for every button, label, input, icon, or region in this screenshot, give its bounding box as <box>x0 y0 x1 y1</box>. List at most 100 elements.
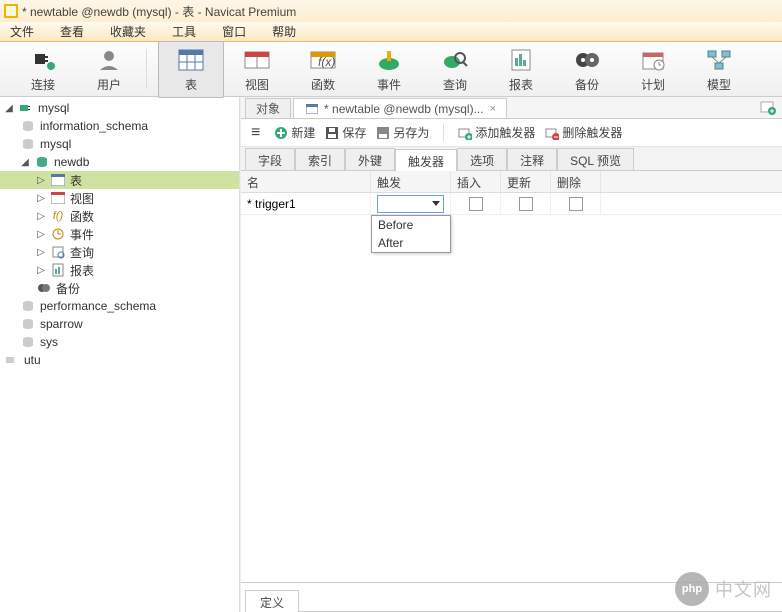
menu-view[interactable]: 查看 <box>54 21 90 42</box>
col-name[interactable]: 名 <box>241 171 371 192</box>
toolbar-view[interactable]: 视图 <box>224 42 290 97</box>
database-icon <box>20 316 36 332</box>
svg-text:f(x): f(x) <box>318 55 335 69</box>
document-tabs: 对象 * newtable @newdb (mysql)... × <box>241 97 782 119</box>
action-save[interactable]: 保存 <box>325 124 366 141</box>
tree-tables[interactable]: ▷ 表 <box>0 171 239 189</box>
table-icon <box>50 172 66 188</box>
caret-down-icon: ◢ <box>4 103 14 114</box>
col-delete[interactable]: 删除 <box>551 171 601 192</box>
grid-row-1[interactable]: * trigger1 <box>241 193 782 215</box>
tree-functions[interactable]: ▷ f() 函数 <box>0 207 239 225</box>
report-icon <box>488 46 554 74</box>
action-add-trigger[interactable]: 添加触发器 <box>458 124 535 141</box>
dropdown-option-before[interactable]: Before <box>372 216 450 234</box>
col-insert[interactable]: 插入 <box>451 171 501 192</box>
caret-right-icon: ▷ <box>36 193 46 204</box>
delete-field-icon <box>545 126 559 140</box>
query-icon <box>50 244 66 260</box>
toolbar-backup[interactable]: 备份 <box>554 42 620 97</box>
tree-db-sys[interactable]: sys <box>0 333 239 351</box>
checkbox-icon <box>469 197 483 211</box>
subtab-sql[interactable]: SQL 预览 <box>557 148 634 170</box>
toolbar-user[interactable]: 用户 <box>76 42 142 97</box>
connection-icon <box>18 100 34 116</box>
subtab-index[interactable]: 索引 <box>295 148 345 170</box>
tree-backups[interactable]: 备份 <box>0 279 239 297</box>
subtab-options[interactable]: 选项 <box>457 148 507 170</box>
tree-views[interactable]: ▷ 视图 <box>0 189 239 207</box>
tree-reports[interactable]: ▷ 报表 <box>0 261 239 279</box>
toolbar-plan[interactable]: 计划 <box>620 42 686 97</box>
action-bar: ≡ 新建 保存 另存为 添加触发器 删除触发器 <box>241 119 782 147</box>
subtab-fields[interactable]: 字段 <box>245 148 295 170</box>
tree-db-information-schema[interactable]: information_schema <box>0 117 239 135</box>
toolbar-event[interactable]: 事件 <box>356 42 422 97</box>
menu-help[interactable]: 帮助 <box>266 21 302 42</box>
separator <box>443 124 444 142</box>
cell-insert-checkbox[interactable] <box>451 193 501 214</box>
menu-file[interactable]: 文件 <box>4 21 40 42</box>
cell-trigger-name[interactable]: * trigger1 <box>241 193 371 214</box>
subtab-trigger[interactable]: 触发器 <box>395 149 457 171</box>
tree-db-performance-schema[interactable]: performance_schema <box>0 297 239 315</box>
subtab-fk[interactable]: 外键 <box>345 148 395 170</box>
add-tab-icon[interactable] <box>760 99 776 115</box>
action-new[interactable]: 新建 <box>274 124 315 141</box>
caret-right-icon: ▷ <box>36 211 46 222</box>
tree-db-newdb[interactable]: ◢ newdb <box>0 153 239 171</box>
dropdown-list: Before After <box>371 215 451 253</box>
menubar: 文件 查看 收藏夹 工具 窗口 帮助 <box>0 22 782 42</box>
toolbar-query[interactable]: 查询 <box>422 42 488 97</box>
event-icon <box>50 226 66 242</box>
database-icon <box>20 118 36 134</box>
menu-window[interactable]: 窗口 <box>216 21 252 42</box>
col-trigger[interactable]: 触发 <box>371 171 451 192</box>
menu-favorites[interactable]: 收藏夹 <box>104 21 152 42</box>
tree-events[interactable]: ▷ 事件 <box>0 225 239 243</box>
model-icon <box>686 46 752 74</box>
tree-db-mysql[interactable]: mysql <box>0 135 239 153</box>
action-saveas[interactable]: 另存为 <box>376 124 429 141</box>
window-titlebar: * newtable @newdb (mysql) - 表 - Navicat … <box>0 0 782 22</box>
trigger-timer-dropdown[interactable] <box>377 195 444 213</box>
app-logo-icon <box>4 4 18 18</box>
toolbar-report[interactable]: 报表 <box>488 42 554 97</box>
tree-connection-mysql[interactable]: ◢ mysql <box>0 99 239 117</box>
col-update[interactable]: 更新 <box>501 171 551 192</box>
dropdown-option-after[interactable]: After <box>372 234 450 252</box>
table-subtabs: 字段 索引 外键 触发器 选项 注释 SQL 预览 <box>241 147 782 171</box>
query-icon <box>422 46 488 74</box>
toolbar-function[interactable]: f(x) 函数 <box>290 42 356 97</box>
toolbar-model[interactable]: 模型 <box>686 42 752 97</box>
cell-trigger-timing[interactable] <box>371 193 451 214</box>
subtab-comment[interactable]: 注释 <box>507 148 557 170</box>
definition-tab[interactable]: 定义 <box>245 590 299 612</box>
toolbar-table[interactable]: 表 <box>158 41 224 98</box>
view-icon <box>50 190 66 206</box>
close-tab-icon[interactable]: × <box>490 103 496 115</box>
cell-delete-checkbox[interactable] <box>551 193 601 214</box>
user-icon <box>76 46 142 74</box>
cell-update-checkbox[interactable] <box>501 193 551 214</box>
toolbar-connect[interactable]: 连接 <box>10 42 76 97</box>
calendar-icon <box>620 46 686 74</box>
view-icon <box>224 46 290 74</box>
grid-header: 名 触发 插入 更新 删除 <box>241 171 782 193</box>
watermark: php 中文网 <box>675 572 772 606</box>
add-field-icon <box>458 126 472 140</box>
tree-db-sparrow[interactable]: sparrow <box>0 315 239 333</box>
tab-objects[interactable]: 对象 <box>245 98 291 118</box>
tree-connection-utu[interactable]: utu <box>0 351 239 369</box>
caret-right-icon: ▷ <box>36 247 46 258</box>
tab-newtable[interactable]: * newtable @newdb (mysql)... × <box>293 98 507 118</box>
plus-icon <box>274 126 288 140</box>
database-icon <box>20 334 36 350</box>
main-toolbar: 连接 用户 表 视图 f(x) 函数 事件 查询 报表 备份 计划 模型 <box>0 42 782 97</box>
menu-icon[interactable]: ≡ <box>247 124 264 142</box>
action-delete-trigger[interactable]: 删除触发器 <box>545 124 622 141</box>
connection-off-icon <box>4 352 20 368</box>
menu-tools[interactable]: 工具 <box>166 21 202 42</box>
trigger-grid: 名 触发 插入 更新 删除 * trigger1 Before After <box>241 171 782 582</box>
tree-queries[interactable]: ▷ 查询 <box>0 243 239 261</box>
